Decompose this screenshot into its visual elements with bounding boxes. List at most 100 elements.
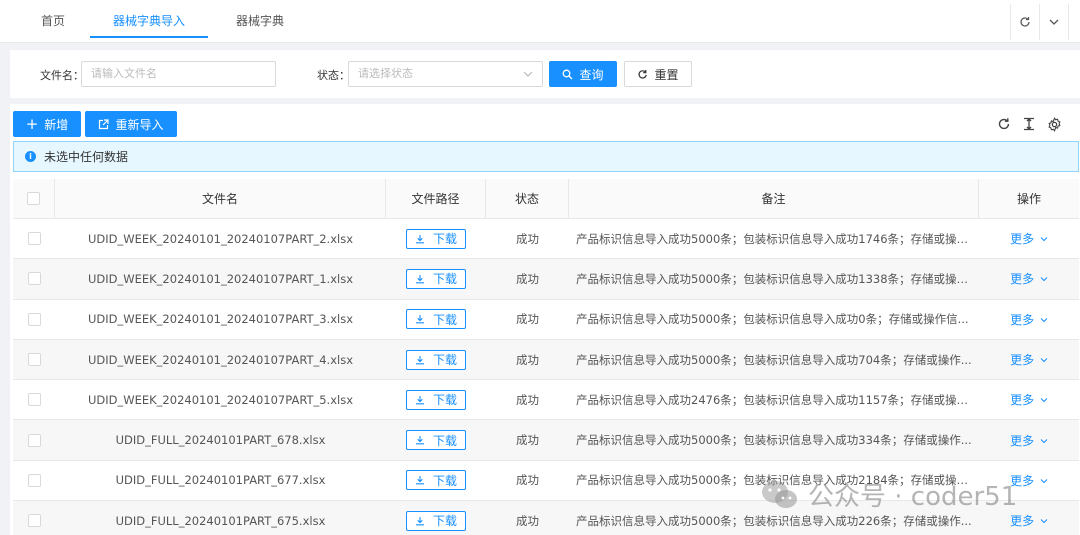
reset-icon bbox=[638, 69, 648, 79]
actions-cell: 更多 bbox=[979, 380, 1079, 419]
download-button[interactable]: 下载 bbox=[405, 228, 466, 249]
download-icon bbox=[415, 476, 424, 485]
file-path-cell: 下载 bbox=[386, 340, 486, 379]
remark-text: 产品标识信息导入成功5000条；包装标识信息导入成功1746条；存储或操作... bbox=[576, 231, 973, 246]
status-cell: 成功 bbox=[516, 312, 539, 327]
search-panel: 文件名： 请输入文件名 状态： 请选择状态 查询 重置 bbox=[10, 50, 1080, 98]
watermark-text: 公众号 · coder51 bbox=[808, 482, 1018, 512]
row-checkbox[interactable] bbox=[27, 272, 41, 286]
more-actions-link[interactable]: 更多 bbox=[1010, 311, 1048, 328]
tab-device-dict-import[interactable]: 器械字典导入 bbox=[90, 0, 208, 38]
actions-cell: 更多 bbox=[979, 300, 1079, 339]
file-path-cell: 下载 bbox=[386, 219, 486, 258]
remark-cell: 产品标识信息导入成功5000条；包装标识信息导入成功704条；存储或操作... bbox=[569, 340, 979, 379]
table-row: UDID_WEEK_20240101_20240107PART_1.xlsx 下… bbox=[13, 259, 1079, 300]
remark-text: 产品标识信息导入成功5000条；包装标识信息导入成功1338条；存储或操作... bbox=[576, 271, 973, 286]
more-label: 更多 bbox=[1010, 312, 1035, 327]
status-cell: 成功 bbox=[516, 392, 539, 407]
col-status: 状态 bbox=[486, 179, 569, 218]
more-actions-link[interactable]: 更多 bbox=[1010, 270, 1048, 287]
download-icon bbox=[415, 516, 424, 526]
tab-device-dict[interactable]: 器械字典 bbox=[222, 0, 298, 40]
settings-gear-icon[interactable] bbox=[1045, 115, 1063, 133]
remark-text: 产品标识信息导入成功2476条；包装标识信息导入成功1157条；存储或操作... bbox=[576, 392, 973, 407]
remark-cell: 产品标识信息导入成功5000条；包装标识信息导入成功0条；存储或操作信... bbox=[569, 300, 979, 339]
tab-home[interactable]: 首页 bbox=[22, 0, 84, 40]
fullscreen-icon[interactable] bbox=[1068, 4, 1080, 40]
remark-cell: 产品标识信息导入成功2476条；包装标识信息导入成功1157条；存储或操作... bbox=[569, 380, 979, 419]
file-path-cell: 下载 bbox=[386, 461, 486, 500]
row-checkbox[interactable] bbox=[27, 393, 41, 407]
row-checkbox[interactable] bbox=[27, 312, 41, 326]
download-button[interactable]: 下载 bbox=[405, 510, 466, 531]
table-row: UDID_WEEK_20240101_20240107PART_4.xlsx 下… bbox=[13, 339, 1079, 381]
wechat-icon bbox=[762, 480, 797, 508]
row-checkbox[interactable] bbox=[27, 232, 41, 246]
remark-cell: 产品标识信息导入成功5000条；包装标识信息导入成功1338条；存储或操作... bbox=[569, 259, 979, 298]
download-button[interactable]: 下载 bbox=[405, 470, 466, 491]
chevron-down-icon bbox=[1040, 479, 1048, 484]
file-name-cell: UDID_WEEK_20240101_20240107PART_4.xlsx bbox=[87, 352, 354, 367]
download-label: 下载 bbox=[432, 353, 457, 368]
more-label: 更多 bbox=[1010, 433, 1035, 448]
reset-button[interactable]: 重置 bbox=[624, 61, 692, 87]
download-label: 下载 bbox=[432, 514, 457, 529]
row-select-cell bbox=[13, 420, 55, 459]
download-button[interactable]: 下载 bbox=[405, 309, 466, 330]
file-path-cell: 下载 bbox=[386, 300, 486, 339]
table-row: UDID_WEEK_20240101_20240107PART_5.xlsx 下… bbox=[13, 380, 1079, 421]
status-cell: 成功 bbox=[516, 433, 539, 448]
status-cell: 成功 bbox=[516, 271, 539, 286]
column-height-icon[interactable] bbox=[1020, 115, 1038, 133]
row-select-cell bbox=[13, 300, 55, 339]
search-icon bbox=[563, 69, 573, 79]
more-actions-link[interactable]: 更多 bbox=[1010, 230, 1048, 247]
more-actions-link[interactable]: 更多 bbox=[1010, 391, 1048, 408]
info-icon: i bbox=[25, 151, 36, 162]
file-name-cell: UDID_FULL_20240101PART_678.xlsx bbox=[115, 433, 326, 448]
file-name-cell: UDID_WEEK_20240101_20240107PART_3.xlsx bbox=[87, 312, 354, 327]
more-actions-link[interactable]: 更多 bbox=[1010, 351, 1048, 368]
file-name-cell: UDID_WEEK_20240101_20240107PART_1.xlsx bbox=[87, 271, 354, 286]
col-actions: 操作 bbox=[1016, 192, 1041, 206]
query-button[interactable]: 查询 bbox=[549, 61, 617, 87]
download-icon bbox=[415, 395, 424, 405]
query-button-label: 查询 bbox=[579, 67, 604, 82]
chevron-down-icon bbox=[1040, 519, 1048, 524]
status-cell: 成功 bbox=[516, 231, 539, 246]
row-checkbox[interactable] bbox=[27, 353, 41, 367]
status-select-placeholder: 请选择状态 bbox=[358, 67, 413, 80]
file-name-input[interactable]: 请输入文件名 bbox=[81, 61, 276, 87]
table-header: 文件名 文件路径 状态 备注 操作 bbox=[13, 179, 1079, 219]
external-link-icon bbox=[99, 118, 110, 129]
download-label: 下载 bbox=[432, 393, 457, 408]
download-button[interactable]: 下载 bbox=[405, 268, 466, 289]
more-actions-link[interactable]: 更多 bbox=[1010, 512, 1048, 529]
row-checkbox[interactable] bbox=[27, 433, 41, 447]
refresh-tab-icon[interactable] bbox=[1010, 4, 1038, 40]
refresh-icon[interactable] bbox=[995, 115, 1013, 133]
table-row: UDID_FULL_20240101PART_678.xlsx 下载 成功 产品… bbox=[13, 420, 1079, 461]
more-label: 更多 bbox=[1010, 353, 1035, 368]
status-label: 状态： bbox=[317, 69, 350, 82]
download-button[interactable]: 下载 bbox=[405, 349, 466, 370]
selection-alert-text: 未选中任何数据 bbox=[44, 150, 129, 164]
row-checkbox[interactable] bbox=[27, 473, 41, 487]
reimport-button[interactable]: 重新导入 bbox=[85, 111, 177, 137]
download-label: 下载 bbox=[432, 232, 457, 247]
row-select-cell bbox=[13, 461, 55, 500]
download-button[interactable]: 下载 bbox=[405, 430, 466, 451]
more-label: 更多 bbox=[1010, 514, 1035, 529]
download-button[interactable]: 下载 bbox=[405, 389, 466, 410]
chevron-down-icon[interactable] bbox=[1039, 4, 1067, 40]
tab-bar: 首页 器械字典导入 器械字典 bbox=[0, 0, 1080, 43]
remark-text: 产品标识信息导入成功5000条；包装标识信息导入成功704条；存储或操作... bbox=[576, 352, 972, 367]
select-all-checkbox[interactable] bbox=[27, 192, 40, 205]
more-actions-link[interactable]: 更多 bbox=[1010, 432, 1048, 449]
row-checkbox[interactable] bbox=[27, 514, 41, 528]
status-cell: 成功 bbox=[516, 513, 539, 528]
actions-cell: 更多 bbox=[979, 219, 1079, 258]
file-name-cell: UDID_FULL_20240101PART_675.xlsx bbox=[115, 513, 326, 528]
status-select[interactable]: 请选择状态 bbox=[348, 61, 543, 87]
add-button[interactable]: + 新增 bbox=[13, 111, 81, 137]
